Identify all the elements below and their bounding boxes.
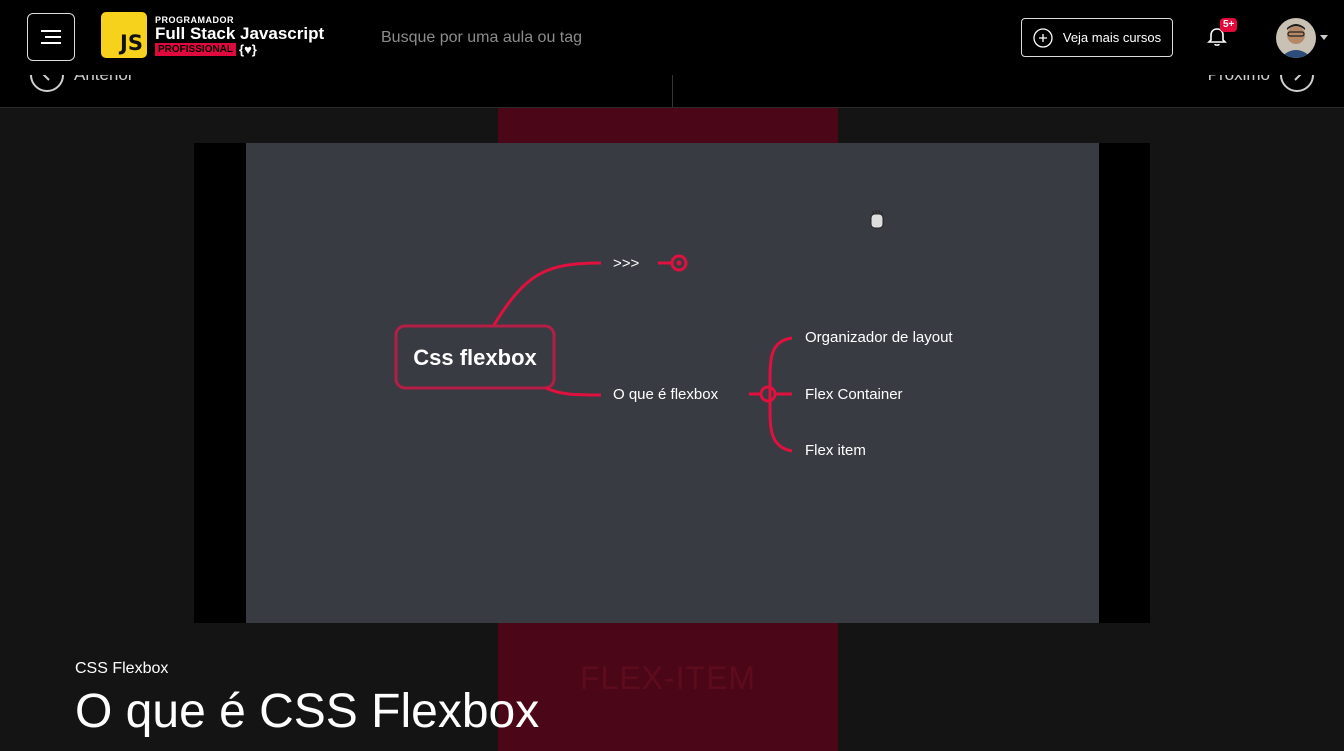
mindmap-branch-top-label: >>> [613, 255, 640, 272]
hand-cursor-icon [870, 210, 884, 229]
menu-button[interactable] [27, 13, 75, 61]
more-courses-label: Veja mais cursos [1062, 30, 1162, 45]
mindmap-child-label: Flex item [805, 442, 866, 459]
mindmap-root-label: Css flexbox [413, 345, 537, 370]
logo-brace: {♥} [239, 41, 257, 57]
mindmap-bottom-node [759, 385, 777, 403]
mindmap-branch-top-line [492, 261, 602, 326]
mindmap-child-label: Flex Container [805, 386, 903, 403]
background-text: FLEX-ITEM [579, 660, 757, 696]
nav-divider [672, 75, 673, 107]
more-courses-button[interactable]: Veja mais cursos [1021, 18, 1173, 57]
logo-title: Full Stack Javascript [155, 23, 325, 43]
site-logo[interactable]: JS PROGRAMADOR Full Stack Javascript PRO… [101, 12, 324, 58]
notification-count-badge: 5+ [1220, 18, 1238, 32]
video-player[interactable]: Css flexbox >>> O que é flexbox Organiza… [194, 143, 1150, 623]
mindmap-child-label: Organizador de layout [805, 329, 953, 346]
logo-pro-tag: PROFISSIONAL [155, 42, 237, 56]
logo-subtitle: PROGRAMADOR [155, 14, 234, 25]
mindmap-branch-bottom-line [545, 386, 602, 397]
top-header: JS PROGRAMADOR Full Stack Javascript PRO… [0, 0, 1344, 75]
hamburger-icon [41, 30, 61, 44]
plus-circle-icon [1033, 27, 1053, 48]
mindmap-diagram: Css flexbox >>> O que é flexbox Organiza… [394, 210, 953, 459]
js-logo-badge: JS [101, 12, 147, 58]
video-slide: Css flexbox >>> O que é flexbox Organiza… [246, 143, 1099, 623]
user-menu-caret-icon[interactable] [1320, 35, 1328, 40]
lesson-category: CSS Flexbox [75, 660, 169, 677]
lesson-title: O que é CSS Flexbox [75, 685, 540, 738]
search-input[interactable] [381, 26, 741, 50]
mindmap-branch-bottom-label: O que é flexbox [613, 386, 719, 403]
user-avatar[interactable] [1276, 18, 1316, 58]
